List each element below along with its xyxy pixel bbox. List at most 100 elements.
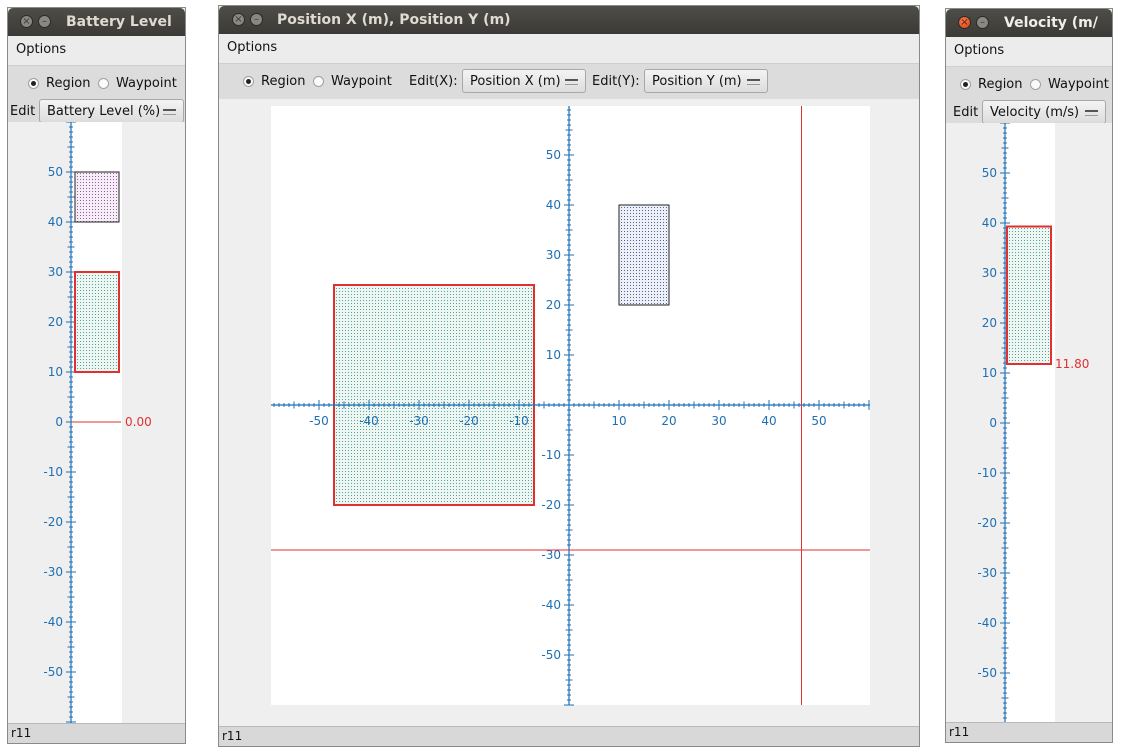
tick-label: -40: [43, 615, 63, 629]
tick-label: -40: [977, 616, 997, 630]
close-icon[interactable]: ×: [958, 16, 971, 29]
menu-bar: Options: [8, 36, 185, 66]
y-tick-label: 10: [546, 348, 561, 362]
y-tick-label: -10: [541, 448, 561, 462]
waypoint-radio[interactable]: Waypoint: [313, 74, 392, 89]
close-icon[interactable]: ×: [232, 13, 245, 26]
x-tick-label: -40: [359, 414, 379, 428]
options-menu[interactable]: Options: [227, 40, 277, 55]
x-tick-label: -30: [409, 414, 429, 428]
chevron-down-icon: [163, 109, 176, 115]
radio-dot[interactable]: [960, 79, 971, 90]
tick-label: 50: [48, 165, 63, 179]
position-plot[interactable]: -50 -40 -30 -20 -10 10 20 30 40 50-50-40-30-20-10…: [219, 99, 919, 728]
current-value-label: 0.00: [125, 415, 152, 429]
velocity-window: × – Velocity (m/ Options Region Waypoint…: [945, 8, 1113, 743]
window-title: Velocity (m/: [1004, 15, 1098, 31]
tick-label: -50: [977, 666, 997, 680]
minimize-icon[interactable]: –: [976, 16, 989, 29]
chevron-down-icon: [565, 79, 578, 85]
selected-region: [333, 284, 535, 506]
edit-y-select[interactable]: Position Y (m): [644, 69, 768, 93]
radio-dot[interactable]: [98, 78, 109, 89]
tick-label: 50: [982, 166, 997, 180]
edit-select[interactable]: Battery Level (%): [39, 99, 184, 123]
edit-y-label: Edit(Y):: [592, 74, 640, 89]
menu-bar: Options: [946, 37, 1112, 67]
x-tick-label: -50: [309, 414, 329, 428]
edit-label: Edit: [953, 105, 979, 120]
region: [618, 204, 670, 306]
y-tick-label: 20: [546, 298, 561, 312]
edit-x-select[interactable]: Position X (m): [462, 69, 586, 93]
tick-label: -20: [43, 515, 63, 529]
close-icon[interactable]: ×: [20, 15, 33, 28]
status-bar: r11: [946, 722, 1112, 742]
y-tick-label: 40: [546, 198, 561, 212]
x-tick-label: -20: [459, 414, 479, 428]
tick-label: 20: [982, 316, 997, 330]
y-tick-label: -50: [541, 648, 561, 662]
x-tick-label: -10: [509, 414, 529, 428]
tick-label: 10: [982, 366, 997, 380]
y-tick-label: 30: [546, 248, 561, 262]
battery-plot[interactable]: -50 -40 -30 -20 -10 0 10 20 30 40 50 0.00: [8, 121, 185, 725]
tick-label: 20: [48, 315, 63, 329]
tick-label: -30: [977, 566, 997, 580]
toolbar: Region Waypoint Edit Velocity (m/s): [946, 67, 1112, 124]
battery-level-window: × – Battery Level Options Region Waypoin…: [7, 7, 186, 744]
tick-label: 30: [982, 266, 997, 280]
y-tick-label: -40: [541, 598, 561, 612]
y-tick-label: -20: [541, 498, 561, 512]
region: [74, 171, 120, 223]
toolbar: Region Waypoint Edit(X): Position X (m) …: [219, 64, 919, 99]
region-radio[interactable]: Region: [960, 77, 1023, 92]
edit-x-label: Edit(X):: [409, 74, 458, 89]
tick-label: 0: [989, 416, 997, 430]
x-tick-label: 50: [811, 414, 826, 428]
region-radio[interactable]: Region: [243, 74, 306, 89]
tick-label: 30: [48, 265, 63, 279]
radio-dot[interactable]: [313, 76, 324, 87]
plot-area[interactable]: -50 -40 -30 -20 -10 0 10 20 30 40 50 11.80: [946, 122, 1112, 724]
plot-area[interactable]: -50 -40 -30 -20 -10 10 20 30 40 50 -50 -40 -30 -20 -10…: [219, 99, 919, 728]
tick-label: 40: [982, 216, 997, 230]
waypoint-radio[interactable]: Waypoint: [98, 76, 177, 91]
y-tick-label: 50: [546, 148, 561, 162]
waypoint-radio[interactable]: Waypoint: [1030, 77, 1109, 92]
minimize-icon[interactable]: –: [250, 13, 263, 26]
selected-region: [1006, 225, 1052, 365]
options-menu[interactable]: Options: [954, 43, 1004, 58]
velocity-plot[interactable]: -50 -40 -30 -20 -10 0 10 20 30 40 50 11.80: [946, 122, 1112, 724]
position-window: × – Position X (m), Position Y (m) Optio…: [218, 5, 920, 747]
x-tick-label: 40: [761, 414, 776, 428]
radio-dot[interactable]: [243, 76, 254, 87]
window-titlebar[interactable]: × – Position X (m), Position Y (m): [219, 6, 919, 34]
menu-bar: Options: [219, 34, 919, 64]
x-tick-label: 30: [711, 414, 726, 428]
status-bar: r11: [8, 723, 185, 743]
region-radio[interactable]: Region: [28, 76, 91, 91]
tick-label: 10: [48, 365, 63, 379]
window-title: Battery Level: [66, 14, 172, 30]
options-menu[interactable]: Options: [16, 42, 66, 57]
plot-area[interactable]: -50 -40 -30 -20 -10 0 10 20 30 40 50 0.00: [8, 121, 185, 725]
plot-band: [1004, 123, 1055, 724]
tick-label: 0: [55, 415, 63, 429]
chevron-down-icon: [747, 79, 760, 85]
toolbar: Region Waypoint Edit Battery Level (%): [8, 66, 185, 123]
radio-dot[interactable]: [1030, 79, 1041, 90]
x-tick-label: 20: [661, 414, 676, 428]
window-title: Position X (m), Position Y (m): [277, 12, 511, 28]
window-titlebar[interactable]: × – Battery Level: [8, 8, 185, 36]
window-titlebar[interactable]: × – Velocity (m/: [946, 9, 1112, 37]
selected-region: [74, 271, 120, 373]
chevron-down-icon: [1085, 110, 1098, 116]
edit-select[interactable]: Velocity (m/s): [982, 100, 1106, 124]
status-bar: r11: [219, 726, 919, 746]
tick-label: -30: [43, 565, 63, 579]
radio-dot[interactable]: [28, 78, 39, 89]
tick-label: -20: [977, 516, 997, 530]
minimize-icon[interactable]: –: [38, 15, 51, 28]
x-tick-label: 10: [611, 414, 626, 428]
